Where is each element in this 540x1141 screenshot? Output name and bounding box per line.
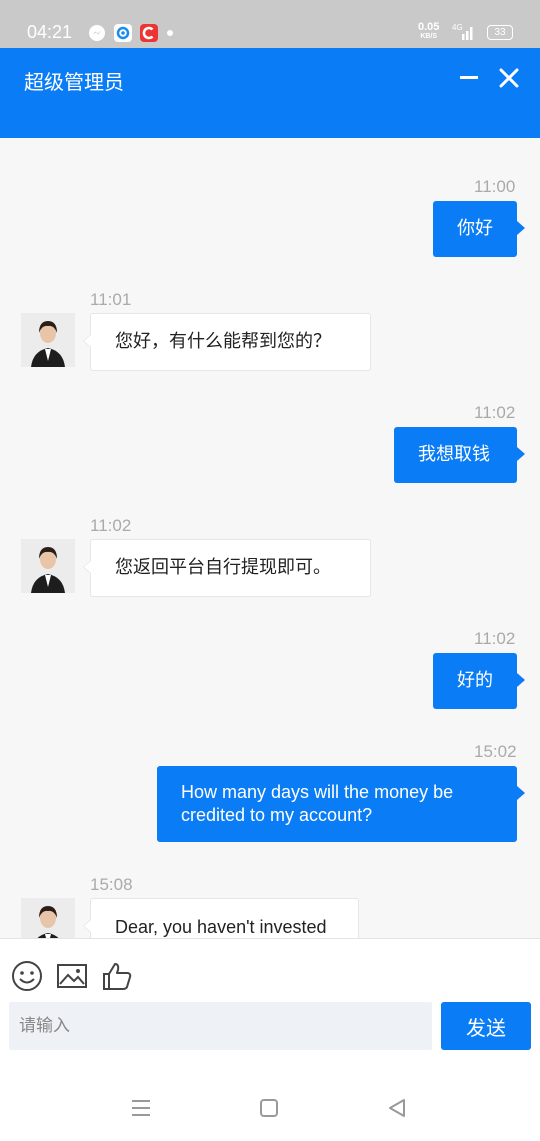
send-button[interactable]: 发送 [441,1002,531,1050]
message-text: 你好 [457,218,493,239]
image-button[interactable] [55,959,89,993]
avatar[interactable] [21,313,75,367]
message-text: 我想取钱 [418,444,490,465]
message-text: Dear, you haven't invested [115,917,327,937]
message-text: How many days will the money be credited… [181,782,454,825]
message-text: 好的 [457,670,493,691]
message-text: 您返回平台自行提现即可。 [115,557,331,578]
notification-dot-icon [167,30,173,36]
home-icon[interactable] [258,1097,280,1119]
back-icon[interactable] [386,1097,408,1119]
minimize-button[interactable] [460,76,478,79]
message-time: 15:02 [474,742,517,761]
chat-messages[interactable]: 11:00 你好 11:01 您好，有什么能帮到您的？ 11:02 我想取钱 1… [0,138,540,938]
close-icon [499,68,519,88]
message-bubble-received[interactable]: 您返回平台自行提现即可。 [83,539,371,597]
avatar[interactable] [21,898,75,938]
message-bubble-sent[interactable]: 你好 [433,201,525,257]
close-button[interactable] [497,66,521,90]
message-bubble-received[interactable]: 您好，有什么能帮到您的？ [83,313,371,371]
message-time: 15:08 [90,875,133,894]
message-bubble-sent[interactable]: How many days will the money be credited… [157,766,525,842]
thumbs-up-button[interactable] [100,959,134,993]
partial-text [195,138,340,142]
message-time: 11:02 [90,516,132,535]
image-icon [57,964,87,988]
network-speed-unit: KB/S [420,33,438,40]
avatar[interactable] [21,539,75,593]
message-time: 11:01 [90,290,132,309]
browser-icon [114,24,132,42]
message-time: 11:02 [474,629,516,648]
message-time: 11:02 [474,403,516,422]
chat-title: 超级管理员 [24,70,124,94]
emoji-icon [12,961,42,991]
thumbs-up-icon [103,963,132,990]
message-bubble-sent[interactable]: 好的 [433,653,525,709]
menu-icon[interactable] [130,1098,152,1118]
network-speed: 0.05 KB/S [418,22,439,42]
chat-header: 超级管理员 [0,48,540,138]
emoji-button[interactable] [10,959,44,993]
message-bubble-sent[interactable]: 我想取钱 [394,427,525,483]
message-text: 您好，有什么能帮到您的？ [115,331,331,352]
messenger-icon [88,24,106,42]
message-bubble-received[interactable]: Dear, you haven't invested [83,898,359,938]
status-bar: 04:21 0.05 KB/S 4G 33 [0,0,540,48]
battery-indicator: 33 [487,25,513,40]
signal-bars-icon [462,27,473,40]
system-nav-bar [0,1080,540,1140]
message-time: 11:00 [474,177,516,196]
message-input[interactable] [9,1002,432,1050]
status-time: 04:21 [27,22,73,42]
app-c-icon [140,24,158,42]
